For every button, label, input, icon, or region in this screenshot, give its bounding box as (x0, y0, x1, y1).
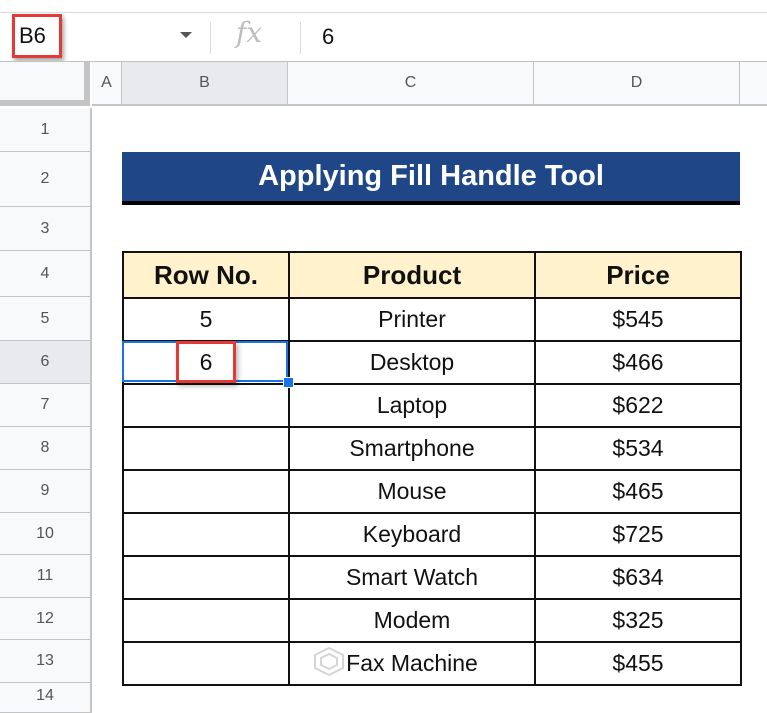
cell-price[interactable]: $466 (534, 340, 742, 385)
row-header-4[interactable]: 4 (0, 251, 92, 297)
table-row: Laptop $622 (122, 383, 742, 428)
row-header-11[interactable]: 11 (0, 555, 92, 598)
table-row: Mouse $465 (122, 469, 742, 514)
cell-product[interactable]: Desktop (288, 340, 536, 385)
cell-price[interactable]: $725 (534, 512, 742, 557)
cell-row-no[interactable] (122, 555, 290, 600)
cell-product[interactable]: Smartphone (288, 426, 536, 471)
table-row: 6 Desktop $466 (122, 340, 742, 385)
row-header-6[interactable]: 6 (0, 341, 92, 384)
row-header-5[interactable]: 5 (0, 297, 92, 341)
cell-row-no[interactable] (122, 598, 290, 643)
name-box[interactable]: B6 (12, 14, 62, 58)
table-row: Fax Machine $455 (122, 641, 742, 686)
row-header-7[interactable]: 7 (0, 384, 92, 427)
select-all-corner[interactable] (0, 62, 90, 106)
formula-bar-separator (210, 22, 211, 54)
row-header-9[interactable]: 9 (0, 470, 92, 513)
cell-price[interactable]: $622 (534, 383, 742, 428)
row-header-8[interactable]: 8 (0, 427, 92, 470)
cell-price[interactable]: $534 (534, 426, 742, 471)
fill-handle[interactable] (283, 377, 294, 388)
cell-product[interactable]: Smart Watch (288, 555, 536, 600)
product-table: Row No. Product Price 5 Printer $545 6 D… (122, 251, 742, 686)
cell-row-no[interactable]: 5 (122, 297, 290, 342)
row-header-1[interactable]: 1 (0, 108, 92, 152)
table-row: Modem $325 (122, 598, 742, 643)
row-header-2[interactable]: 2 (0, 152, 92, 207)
column-header-e[interactable] (740, 62, 767, 106)
table-row: Keyboard $725 (122, 512, 742, 557)
table-header-row: Row No. Product Price (122, 251, 742, 299)
row-header-14[interactable]: 14 (0, 683, 92, 713)
table-row: Smartphone $534 (122, 426, 742, 471)
sheet-title[interactable]: Applying Fill Handle Tool (122, 152, 740, 205)
formula-bar-separator (300, 22, 301, 54)
header-row-no[interactable]: Row No. (122, 251, 290, 299)
cell-price[interactable]: $455 (534, 641, 742, 686)
cell-row-no[interactable] (122, 641, 290, 686)
row-header-10[interactable]: 10 (0, 513, 92, 555)
row-header-13[interactable]: 13 (0, 640, 92, 683)
row-header-3[interactable]: 3 (0, 207, 92, 251)
cell-row-no[interactable] (122, 469, 290, 514)
column-header-b[interactable]: B (122, 62, 288, 106)
column-header-a[interactable]: A (92, 62, 122, 106)
cell-row-no[interactable]: 6 (122, 340, 290, 385)
cell-product[interactable]: Mouse (288, 469, 536, 514)
header-product[interactable]: Product (288, 251, 536, 299)
cell-price[interactable]: $465 (534, 469, 742, 514)
cell-product[interactable]: Printer (288, 297, 536, 342)
fx-icon: fx (236, 16, 263, 49)
cell-price[interactable]: $634 (534, 555, 742, 600)
cell-row-no[interactable] (122, 383, 290, 428)
table-row: 5 Printer $545 (122, 297, 742, 342)
row-header-12[interactable]: 12 (0, 598, 92, 640)
table-row: Smart Watch $634 (122, 555, 742, 600)
cell-product[interactable]: Modem (288, 598, 536, 643)
watermark-logo-icon (314, 646, 344, 676)
column-header-d[interactable]: D (534, 62, 740, 106)
cell-product[interactable]: Keyboard (288, 512, 536, 557)
cell-product[interactable]: Laptop (288, 383, 536, 428)
cell-price[interactable]: $325 (534, 598, 742, 643)
formula-input[interactable]: 6 (322, 24, 334, 50)
name-box-dropdown-icon[interactable] (180, 32, 192, 38)
cell-price[interactable]: $545 (534, 297, 742, 342)
cell-row-no[interactable] (122, 512, 290, 557)
cell-row-no[interactable] (122, 426, 290, 471)
header-price[interactable]: Price (534, 251, 742, 299)
column-header-c[interactable]: C (288, 62, 534, 106)
formula-bar (0, 13, 767, 61)
